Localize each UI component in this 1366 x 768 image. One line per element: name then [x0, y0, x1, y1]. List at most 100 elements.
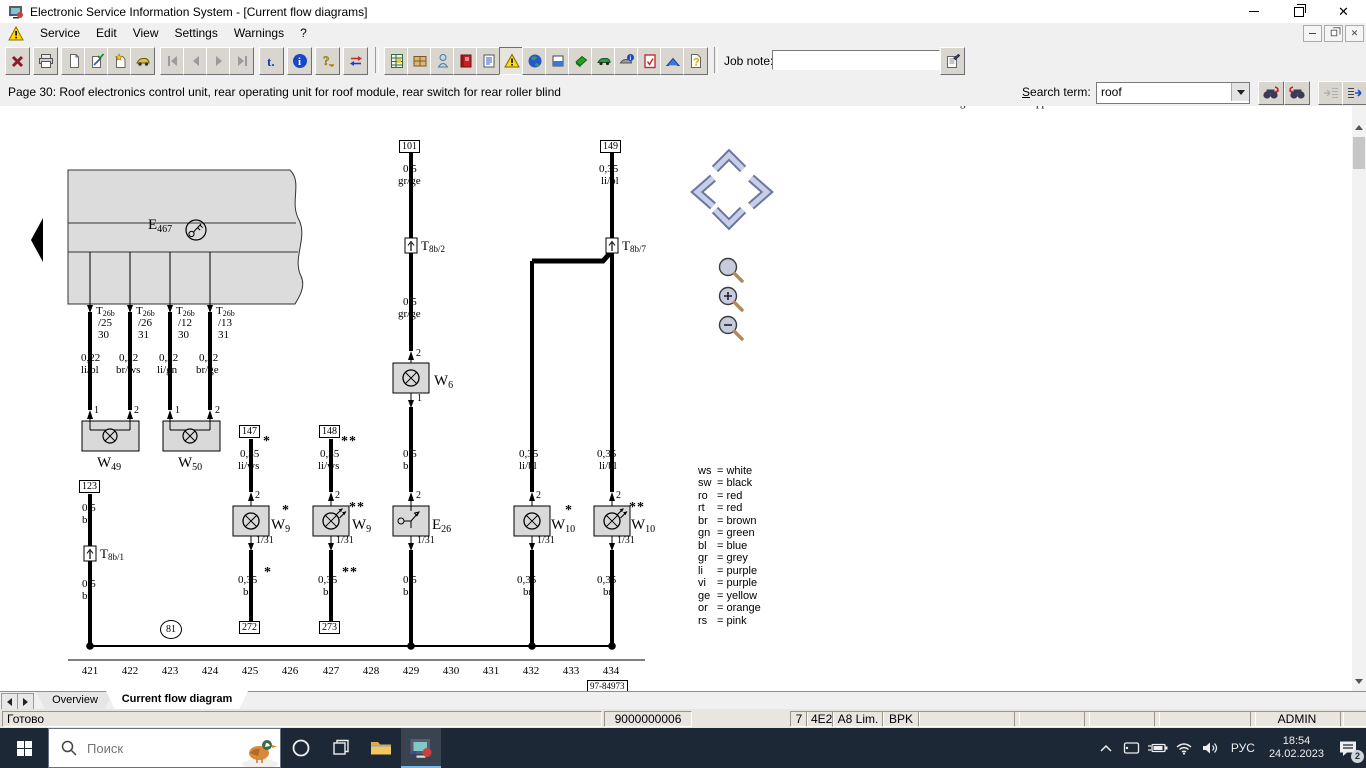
service-figure-button[interactable] — [430, 47, 455, 75]
mdi-restore-button[interactable] — [1324, 24, 1343, 42]
diagram-label: br — [603, 586, 613, 598]
notification-center-button[interactable]: 2 — [1330, 728, 1366, 768]
scroll-down-button[interactable] — [1352, 673, 1366, 690]
transfer-right-button[interactable] — [1342, 81, 1366, 105]
chevron-down-icon — [1355, 679, 1363, 684]
current-flow-diagram-button[interactable] — [499, 47, 524, 75]
new-entry-button[interactable] — [107, 47, 132, 75]
diagram-label: li/bl — [601, 175, 619, 187]
label-w10-2: W10 — [631, 517, 656, 535]
diagram-label: 0,5 — [403, 296, 417, 308]
menu-help[interactable]: ? — [292, 24, 315, 42]
diagram-label: gr/ge — [398, 175, 421, 187]
previous-page-button[interactable] — [183, 47, 208, 75]
diagram-label: = yellow — [717, 590, 758, 602]
terminal-149[interactable]: 149 — [600, 140, 621, 153]
minimize-button[interactable] — [1231, 1, 1276, 23]
green-car-button[interactable] — [591, 47, 616, 75]
diagram-label: = red — [717, 502, 743, 514]
tab-current-flow-diagram[interactable]: Current flow diagram — [106, 691, 248, 709]
document-list-button[interactable] — [476, 47, 501, 75]
car-lift-button[interactable] — [660, 47, 685, 75]
help-key-button[interactable]: ? — [315, 47, 340, 75]
search-term-value[interactable]: roof — [1101, 85, 1122, 99]
mdi-close-button[interactable]: ✕ — [1345, 24, 1364, 42]
terminal-123[interactable]: 123 — [79, 480, 100, 493]
status-empty-5 — [1340, 711, 1366, 727]
transfer-left-button[interactable] — [1318, 81, 1344, 105]
menu-settings[interactable]: Settings — [167, 24, 226, 42]
car-info-button[interactable]: i — [614, 47, 639, 75]
scroll-up-button[interactable] — [1352, 119, 1366, 136]
menu-view[interactable]: View — [125, 24, 167, 42]
diagram-label: 0,35 — [599, 163, 619, 175]
parts-box-button[interactable] — [407, 47, 432, 75]
tablet-icon[interactable] — [1119, 728, 1145, 768]
first-page-button[interactable] — [160, 47, 185, 75]
eraser-block-button[interactable] — [568, 47, 593, 75]
task-view-button[interactable] — [321, 728, 361, 768]
red-book-button[interactable] — [453, 47, 478, 75]
wiring-diagram-pane: gppE467T26b/2530T26b/2631T26b/1230T26b/1… — [0, 106, 1352, 691]
start-button[interactable] — [0, 728, 48, 768]
scrollbar-thumb[interactable] — [1353, 137, 1365, 169]
terminal-148[interactable]: 148 — [319, 425, 340, 438]
menu-service[interactable]: Service — [32, 24, 88, 42]
elsa-taskbar-button[interactable] — [401, 728, 441, 768]
battery-icon[interactable] — [1145, 728, 1171, 768]
diagram-label: br — [82, 590, 92, 602]
terminal-147[interactable]: 147 — [239, 425, 260, 438]
info-button[interactable]: i — [287, 47, 312, 75]
tray-chevron-up-icon[interactable] — [1093, 728, 1119, 768]
checklist-button[interactable] — [637, 47, 662, 75]
svg-text:?: ? — [693, 57, 700, 69]
terminal-272[interactable]: 272 — [239, 621, 260, 634]
job-note-label: Job note: — [724, 54, 774, 68]
last-page-button[interactable] — [229, 47, 254, 75]
restore-button[interactable] — [1276, 1, 1321, 23]
job-note-input[interactable] — [772, 50, 940, 70]
next-page-button[interactable] — [206, 47, 231, 75]
cortana-button[interactable] — [281, 728, 321, 768]
find-next-button[interactable] — [1258, 81, 1284, 105]
swap-arrows-button[interactable] — [343, 47, 368, 75]
vehicle-button[interactable] — [130, 47, 155, 75]
vehicle-data-book-button[interactable] — [384, 47, 409, 75]
diagram-label: 2 — [215, 405, 220, 416]
diagram-label: * — [264, 565, 272, 580]
document-question-button[interactable]: ? — [683, 47, 708, 75]
wifi-icon[interactable] — [1171, 728, 1197, 768]
diagram-label: li/ws — [318, 460, 340, 472]
menu-edit[interactable]: Edit — [88, 24, 125, 42]
mdi-minimize-button[interactable] — [1303, 24, 1322, 42]
combo-dropdown-button[interactable] — [1231, 83, 1249, 101]
print-button[interactable] — [33, 47, 58, 75]
taskbar-search-box[interactable] — [48, 728, 281, 768]
exit-button[interactable] — [5, 47, 30, 75]
close-button[interactable]: ✕ — [1321, 1, 1366, 23]
file-explorer-button[interactable] — [361, 728, 401, 768]
diagram-label: 1/31 — [537, 535, 555, 546]
taskbar-search-input[interactable] — [85, 739, 209, 757]
tab-overview[interactable]: Overview — [36, 692, 114, 709]
speaker-icon[interactable] — [1197, 728, 1223, 768]
diagram-label: br/ws — [116, 364, 141, 376]
edit-document-button[interactable] — [84, 47, 109, 75]
label-e26: E26 — [432, 517, 452, 535]
new-document-button[interactable] — [61, 47, 86, 75]
paint-box-button[interactable] — [545, 47, 570, 75]
globe-button[interactable] — [522, 47, 547, 75]
search-term-combobox[interactable]: roof — [1096, 82, 1250, 104]
goto-button[interactable]: t. — [259, 47, 284, 75]
job-note-open-button[interactable] — [940, 47, 965, 75]
clock[interactable]: 18:54 24.02.2023 — [1263, 735, 1330, 761]
terminal-101[interactable]: 101 — [399, 140, 420, 153]
menu-warnings[interactable]: Warnings — [226, 24, 292, 42]
menu-bar: Service Edit View Settings Warnings ? ✕ — [0, 23, 1366, 43]
find-previous-button[interactable] — [1284, 81, 1310, 105]
language-indicator[interactable]: РУС — [1223, 741, 1263, 755]
vertical-scrollbar[interactable] — [1352, 106, 1366, 691]
terminal-273[interactable]: 273 — [319, 621, 340, 634]
diagram-label: = grey — [717, 552, 748, 564]
title-bar: Electronic Service Information System - … — [0, 0, 1366, 24]
